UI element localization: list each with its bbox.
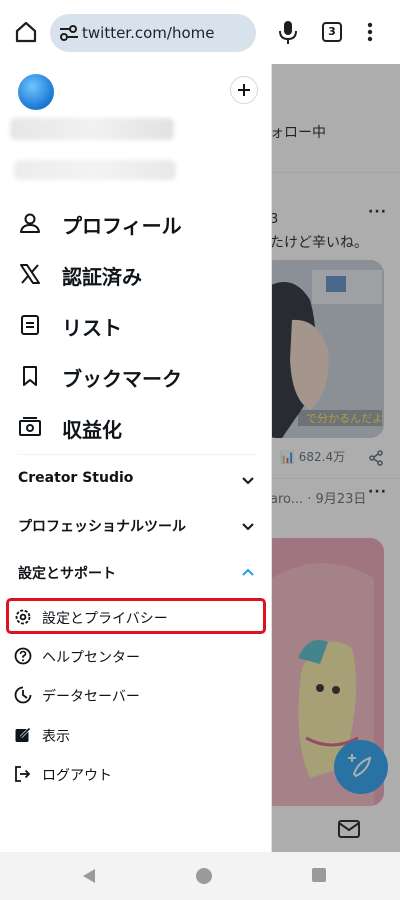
sub-label: ログアウト [42, 768, 112, 784]
chevron-up-icon [240, 565, 256, 581]
list-icon [18, 313, 42, 337]
display-name-redacted[interactable] [10, 118, 174, 140]
site-settings-icon[interactable] [58, 23, 80, 43]
section-label: プロフェッショナルツール [18, 519, 186, 535]
nav-label: 収益化 [62, 418, 122, 442]
x-logo-icon [18, 262, 42, 286]
data-saver-icon [14, 686, 32, 704]
bookmark-icon [18, 364, 42, 388]
sub-label: 表示 [42, 729, 70, 745]
nav-label: 認証済み [62, 265, 142, 289]
follow-counts-redacted[interactable] [14, 160, 176, 180]
monetization-icon [18, 415, 42, 439]
chevron-down-icon [240, 472, 256, 488]
section-label: 設定とサポート [18, 566, 116, 582]
nav-item-profile[interactable]: プロフィール [0, 198, 272, 248]
nav-item-bookmarks[interactable]: ブックマーク [0, 351, 272, 401]
chevron-down-icon [240, 518, 256, 534]
back-icon[interactable] [82, 868, 96, 884]
more-vert-icon[interactable] [362, 18, 378, 46]
nav-item-monetization[interactable]: 収益化 [0, 402, 272, 452]
nav-item-lists[interactable]: リスト [0, 300, 272, 350]
section-settings-support[interactable]: 設定とサポート [0, 551, 272, 595]
system-navigation-bar [0, 852, 400, 900]
browser-toolbar: twitter.com/home 3 [0, 0, 400, 64]
url-text: twitter.com/home [82, 24, 215, 42]
recents-square-icon[interactable] [312, 868, 326, 882]
avatar[interactable] [18, 74, 54, 110]
logout-icon [14, 765, 32, 783]
address-bar[interactable]: twitter.com/home [50, 14, 256, 52]
nav-label: プロフィール [62, 214, 182, 238]
section-creator-studio[interactable]: Creator Studio [0, 458, 272, 502]
nav-item-verified[interactable]: 認証済み [0, 249, 272, 299]
microphone-icon[interactable] [276, 18, 300, 46]
add-account-button[interactable] [230, 76, 258, 104]
navigation-drawer: プロフィール 認証済み リスト ブックマーク 収益化 Creator Studi… [0, 64, 272, 852]
divider [18, 454, 258, 455]
help-circle-icon [14, 647, 32, 665]
help-center-item[interactable]: ヘルプセンター [0, 637, 272, 675]
home-icon[interactable] [12, 18, 40, 46]
drawer-edge [271, 64, 272, 852]
sub-label: ヘルプセンター [42, 650, 140, 666]
edit-display-icon [14, 726, 32, 744]
person-icon [18, 211, 42, 235]
section-label: Creator Studio [18, 470, 134, 486]
data-saver-item[interactable]: データセーバー [0, 676, 272, 714]
home-circle-icon[interactable] [196, 868, 212, 884]
display-item[interactable]: 表示 [0, 716, 272, 754]
drawer-scrim[interactable] [272, 64, 400, 852]
tab-switcher-button[interactable]: 3 [322, 22, 342, 42]
logout-item[interactable]: ログアウト [0, 755, 272, 793]
nav-label: ブックマーク [62, 367, 182, 391]
nav-label: リスト [62, 316, 122, 340]
section-professional-tools[interactable]: プロフェッショナルツール [0, 504, 272, 548]
highlight-annotation [6, 598, 266, 634]
sub-label: データセーバー [42, 689, 140, 705]
